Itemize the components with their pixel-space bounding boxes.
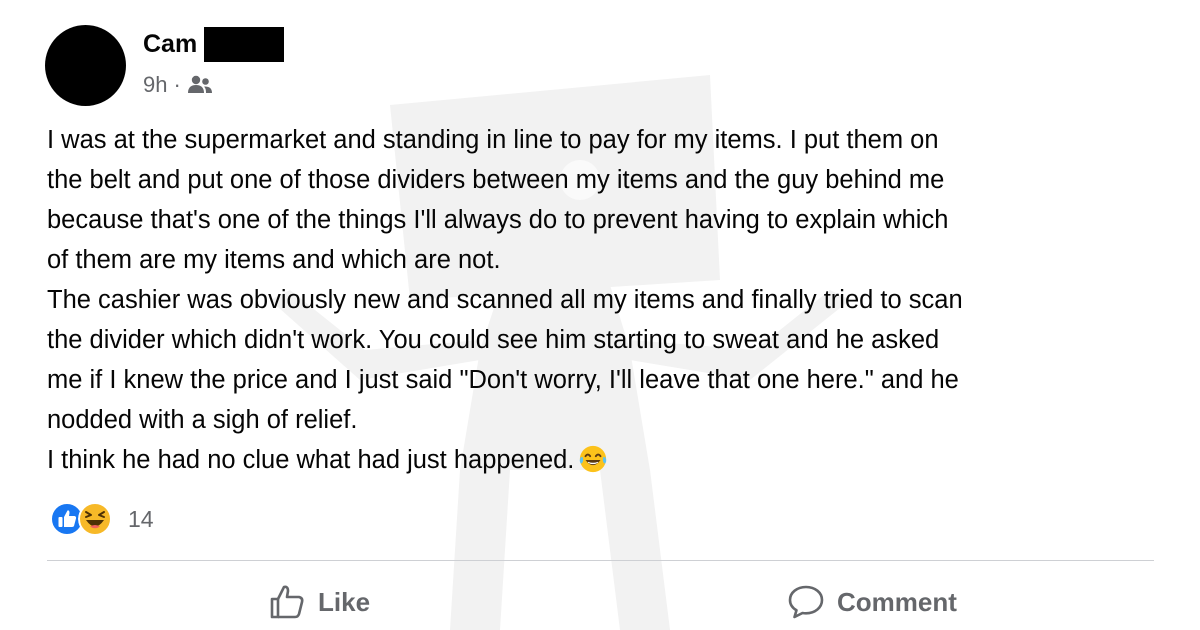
post-header: Cam <box>143 27 285 62</box>
post-line: the belt and put one of those dividers b… <box>47 166 945 194</box>
tears-of-joy-emoji <box>580 445 607 473</box>
post-line-last: I think he had no clue what had just hap… <box>47 440 1167 480</box>
action-divider <box>47 560 1154 561</box>
haha-reaction-icon <box>78 502 112 536</box>
meta-separator: · <box>173 72 181 97</box>
friends-icon[interactable] <box>187 74 213 96</box>
like-button[interactable]: Like <box>268 583 370 621</box>
post-line: The cashier was obviously new and scanne… <box>47 286 963 314</box>
post-line: I was at the supermarket and standing in… <box>47 126 939 154</box>
post-line: me if I knew the price and I just said "… <box>47 366 959 394</box>
post-meta: 9h · <box>143 72 213 98</box>
comment-bubble-icon <box>788 585 824 619</box>
redaction-bar <box>204 27 285 62</box>
reaction-summary[interactable]: 14 <box>50 502 154 536</box>
post-timestamp[interactable]: 9h <box>143 72 167 98</box>
author-name[interactable]: Cam <box>143 30 197 59</box>
post-line-text: I think he had no clue what had just hap… <box>47 446 575 474</box>
post-line: of them are my items and which are not. <box>47 246 501 274</box>
thumbs-up-icon <box>270 585 304 619</box>
comment-button[interactable]: Comment <box>787 583 957 621</box>
reaction-count: 14 <box>128 505 154 532</box>
post-line: because that's one of the things I'll al… <box>47 206 949 234</box>
post-body: I was at the supermarket and standing in… <box>47 120 1167 480</box>
post-line: the divider which didn't work. You could… <box>47 326 940 354</box>
post-line: nodded with a sigh of relief. <box>47 406 358 434</box>
comment-label: Comment <box>837 586 957 617</box>
like-label: Like <box>318 586 371 617</box>
avatar[interactable] <box>45 25 126 106</box>
